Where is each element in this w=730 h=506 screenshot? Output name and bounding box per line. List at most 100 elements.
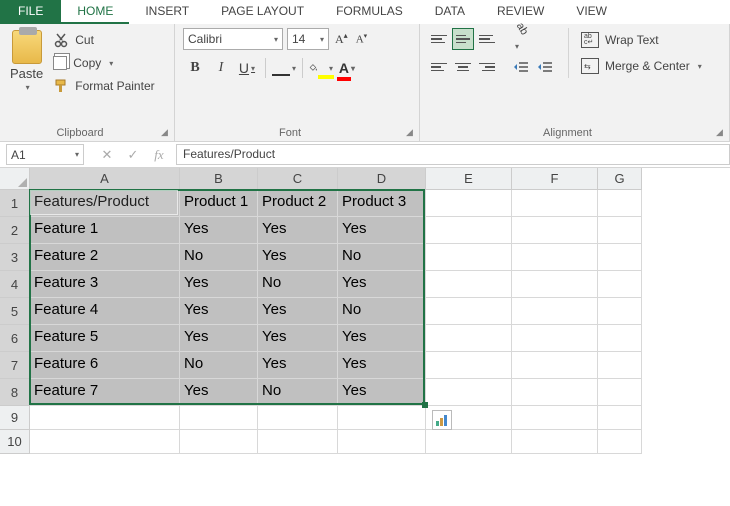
wrap-text-button[interactable]: abc↵ Wrap Text [579,30,704,50]
cell-E8[interactable] [426,379,512,406]
tab-view[interactable]: VIEW [560,0,623,24]
formula-bar-input[interactable]: Features/Product [176,144,730,165]
cell-D5[interactable]: No [338,298,426,325]
tab-data[interactable]: DATA [419,0,481,24]
row-header-5[interactable]: 5 [0,298,30,325]
select-all-corner[interactable] [0,168,30,190]
tab-home[interactable]: HOME [61,0,129,24]
cell-F10[interactable] [512,430,598,454]
cell-C1[interactable]: Product 2 [258,190,338,217]
insert-function-button[interactable]: fx [146,144,172,166]
tab-page-layout[interactable]: PAGE LAYOUT [205,0,320,24]
cell-E1[interactable] [426,190,512,217]
cell-C5[interactable]: Yes [258,298,338,325]
chevron-down-icon[interactable]: ▾ [109,59,113,68]
cell-A2[interactable]: Feature 1 [30,217,180,244]
cell-A8[interactable]: Feature 7 [30,379,180,406]
cell-G6[interactable] [598,325,642,352]
decrease-indent-button[interactable] [510,56,532,78]
cell-B9[interactable] [180,406,258,430]
cell-C4[interactable]: No [258,271,338,298]
cell-D3[interactable]: No [338,244,426,271]
cell-F8[interactable] [512,379,598,406]
tab-formulas[interactable]: FORMULAS [320,0,419,24]
cut-button[interactable]: Cut [51,30,156,50]
copy-button[interactable]: Copy ▾ [51,54,156,72]
row-header-1[interactable]: 1 [0,190,30,217]
cell-G5[interactable] [598,298,642,325]
align-center-button[interactable] [452,56,474,78]
underline-button[interactable]: U▾ [235,56,259,80]
column-header-D[interactable]: D [338,168,426,190]
row-header-3[interactable]: 3 [0,244,30,271]
cell-B10[interactable] [180,430,258,454]
cell-B4[interactable]: Yes [180,271,258,298]
cell-C9[interactable] [258,406,338,430]
cell-F5[interactable] [512,298,598,325]
column-header-B[interactable]: B [180,168,258,190]
cell-B1[interactable]: Product 1 [180,190,258,217]
font-name-selector[interactable]: Calibri ▾ [183,28,283,50]
cell-B8[interactable]: Yes [180,379,258,406]
cell-F2[interactable] [512,217,598,244]
italic-button[interactable]: I [209,56,233,80]
decrease-font-button[interactable]: A▾ [354,30,369,48]
orientation-button[interactable]: ab▾ [510,28,540,50]
row-header-9[interactable]: 9 [0,406,30,430]
quick-analysis-button[interactable] [432,410,452,430]
column-header-A[interactable]: A [30,168,180,190]
cell-G10[interactable] [598,430,642,454]
column-header-E[interactable]: E [426,168,512,190]
cell-C7[interactable]: Yes [258,352,338,379]
alignment-dialog-launcher[interactable]: ◢ [716,127,726,137]
cell-D6[interactable]: Yes [338,325,426,352]
cell-A9[interactable] [30,406,180,430]
row-header-6[interactable]: 6 [0,325,30,352]
column-header-C[interactable]: C [258,168,338,190]
cell-E3[interactable] [426,244,512,271]
row-header-8[interactable]: 8 [0,379,30,406]
cell-A7[interactable]: Feature 6 [30,352,180,379]
row-header-7[interactable]: 7 [0,352,30,379]
row-header-4[interactable]: 4 [0,271,30,298]
column-header-G[interactable]: G [598,168,642,190]
column-header-F[interactable]: F [512,168,598,190]
fill-color-button[interactable]: ▾ [309,56,333,80]
cancel-formula-button[interactable]: ✕ [94,144,120,166]
cell-E5[interactable] [426,298,512,325]
font-color-button[interactable]: A▾ [335,56,359,80]
increase-indent-button[interactable] [534,56,556,78]
cell-B6[interactable]: Yes [180,325,258,352]
cell-A3[interactable]: Feature 2 [30,244,180,271]
cell-E6[interactable] [426,325,512,352]
align-middle-button[interactable] [452,28,474,50]
font-dialog-launcher[interactable]: ◢ [406,127,416,137]
cell-F3[interactable] [512,244,598,271]
cell-G8[interactable] [598,379,642,406]
align-left-button[interactable] [428,56,450,78]
cell-A5[interactable]: Feature 4 [30,298,180,325]
format-painter-button[interactable]: Format Painter [51,76,156,96]
chevron-down-icon[interactable]: ▾ [75,150,79,159]
cell-B7[interactable]: No [180,352,258,379]
tab-review[interactable]: REVIEW [481,0,560,24]
paste-button[interactable]: Paste ▾ [8,28,45,96]
cell-G7[interactable] [598,352,642,379]
cell-B2[interactable]: Yes [180,217,258,244]
cell-D2[interactable]: Yes [338,217,426,244]
cell-D7[interactable]: Yes [338,352,426,379]
cell-G9[interactable] [598,406,642,430]
align-top-button[interactable] [428,28,450,50]
cell-C10[interactable] [258,430,338,454]
cell-E2[interactable] [426,217,512,244]
cell-C3[interactable]: Yes [258,244,338,271]
cell-A10[interactable] [30,430,180,454]
increase-font-button[interactable]: A▴ [333,29,350,49]
tab-insert[interactable]: INSERT [129,0,205,24]
cell-B3[interactable]: No [180,244,258,271]
cell-D9[interactable] [338,406,426,430]
border-button[interactable]: ▾ [272,56,296,80]
bold-button[interactable]: B [183,56,207,80]
cell-F7[interactable] [512,352,598,379]
cell-F9[interactable] [512,406,598,430]
